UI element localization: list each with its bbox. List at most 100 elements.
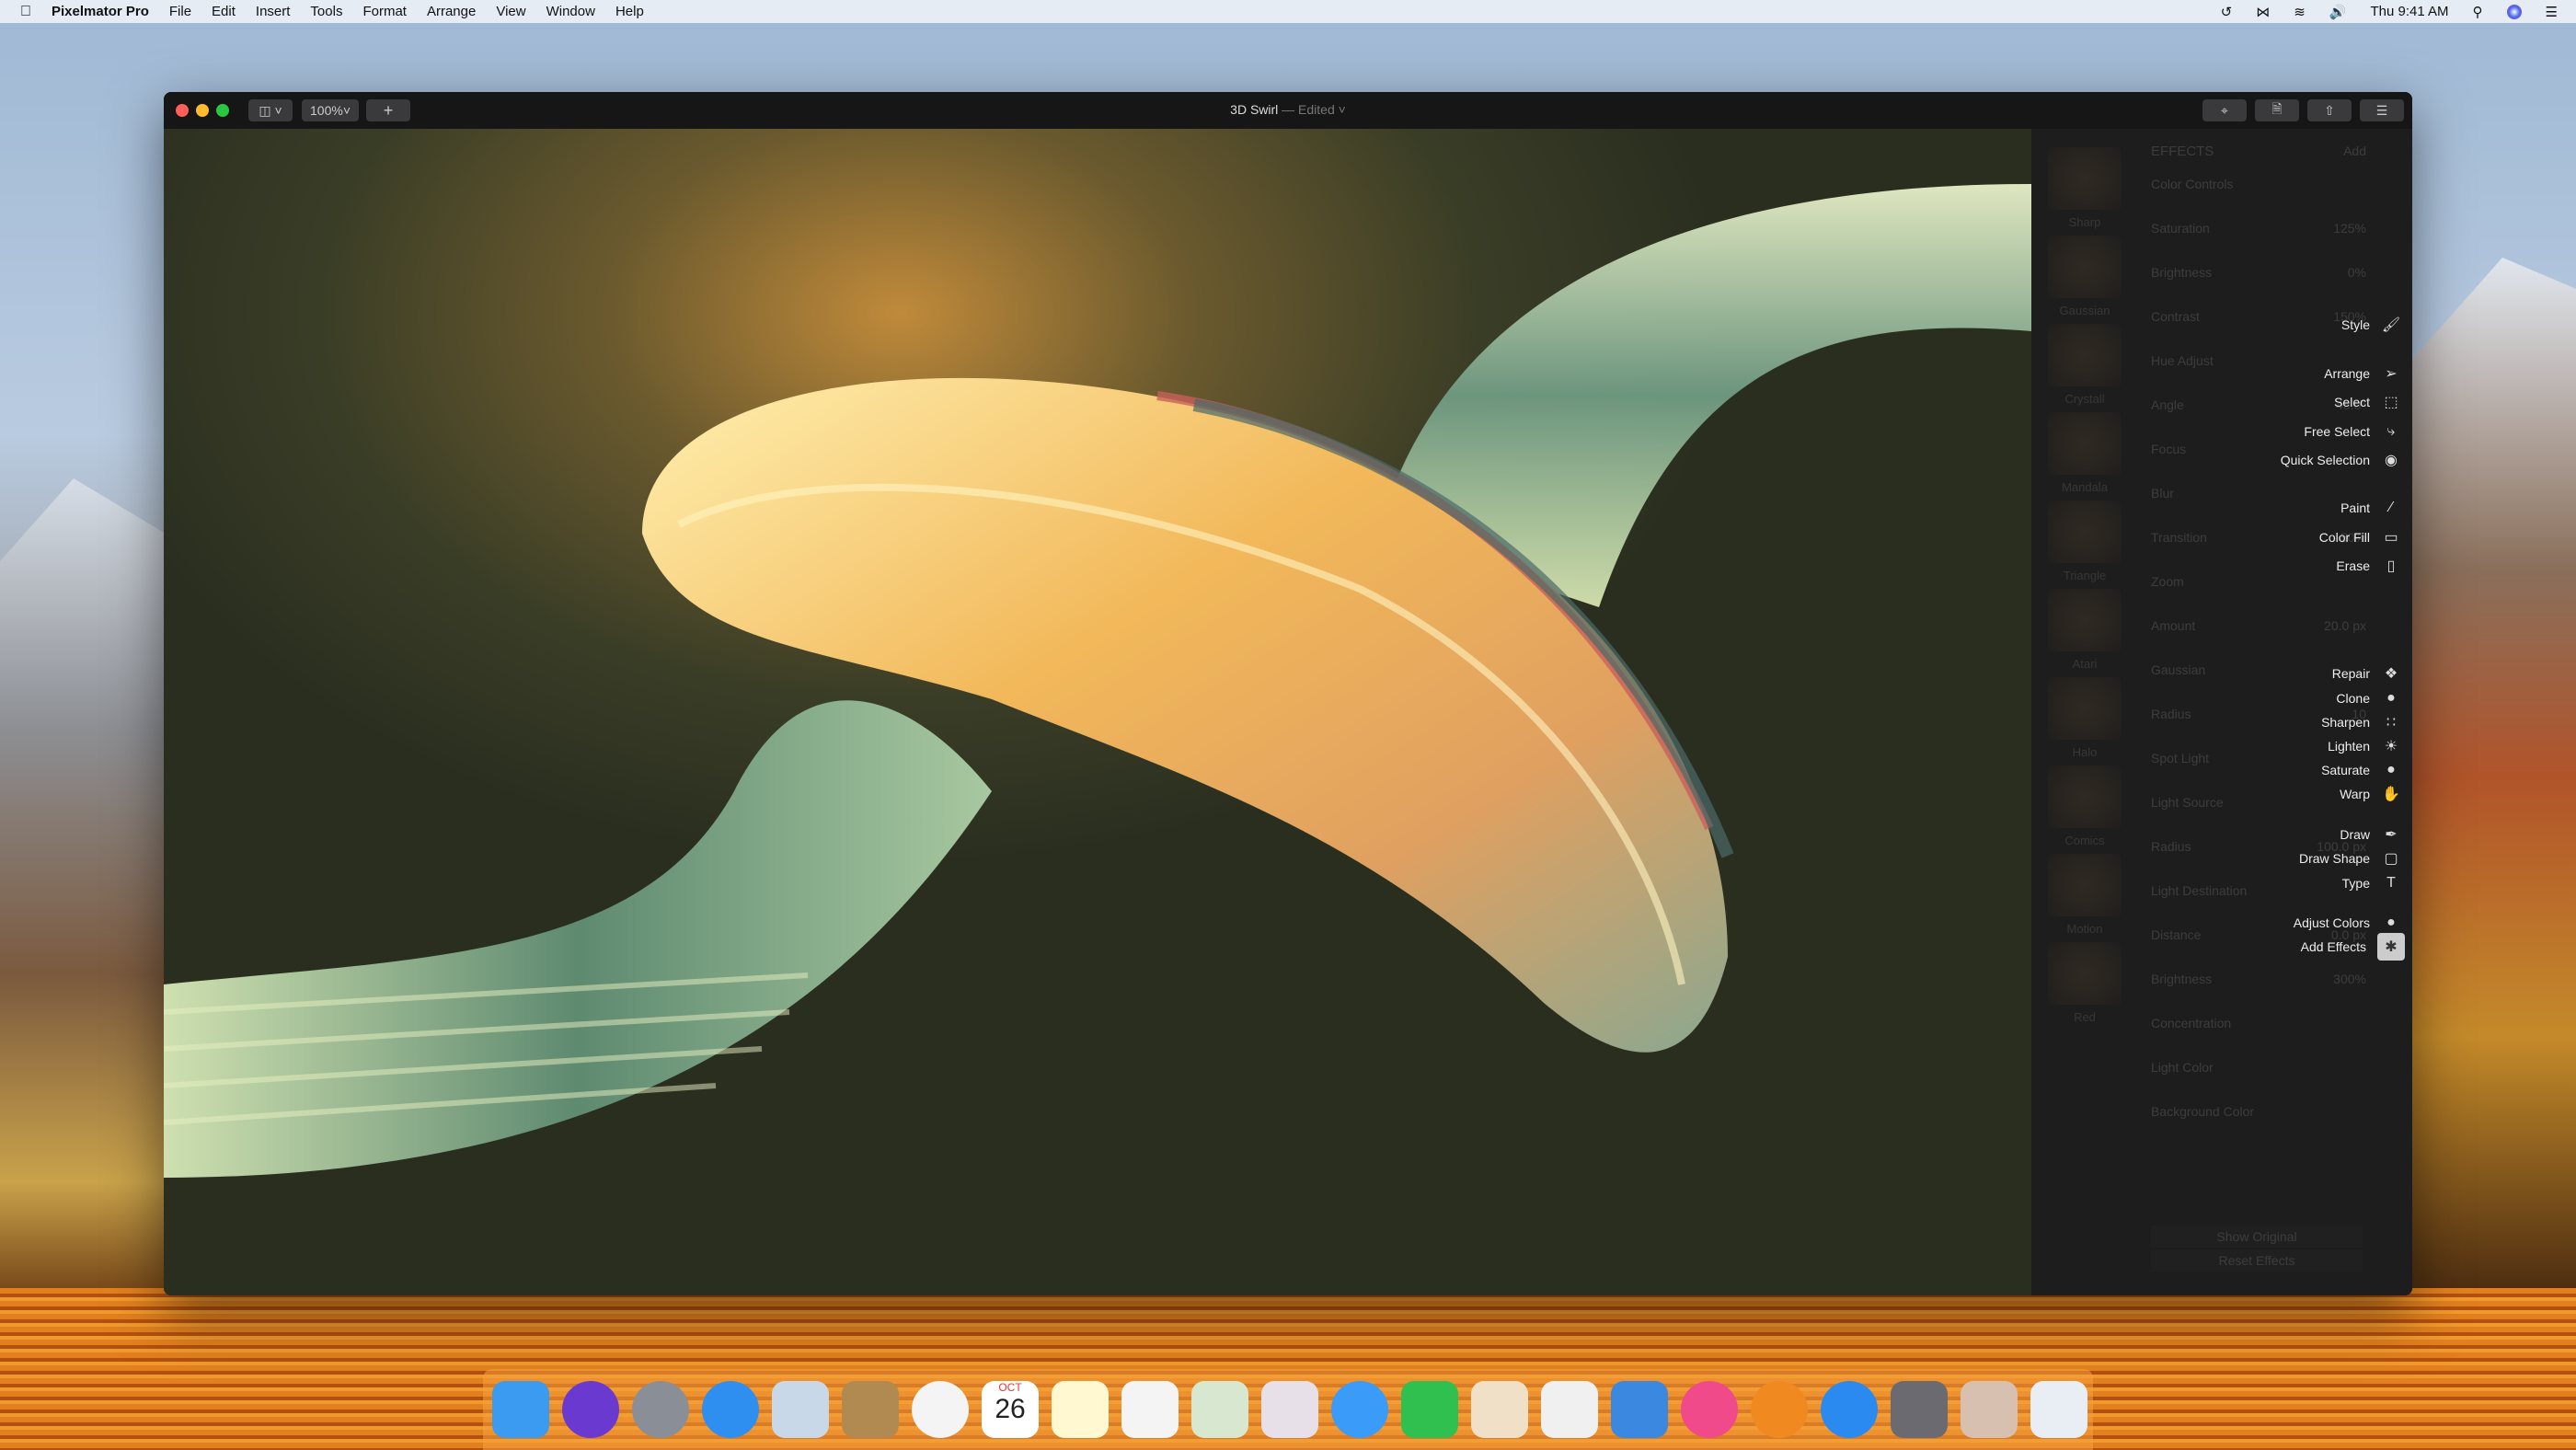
effects-icon: ✱	[2377, 933, 2405, 961]
dock-messages-icon[interactable]	[1331, 1381, 1388, 1438]
tool-label: Draw Shape	[2298, 851, 2370, 866]
tool-warp[interactable]: Warp ✋	[2044, 782, 2412, 806]
calendar-month: OCT	[998, 1381, 1022, 1394]
tool-color-fill[interactable]: Color Fill ▭	[2044, 525, 2412, 549]
dock-facetime-icon[interactable]	[1401, 1381, 1458, 1438]
effect-row-value: 300%	[2333, 972, 2366, 986]
tool-repair[interactable]: Repair ❖	[2044, 662, 2412, 685]
shape-icon: ▢	[2384, 851, 2398, 867]
dock-finder-icon[interactable]	[492, 1381, 549, 1438]
type-icon: T	[2386, 875, 2396, 891]
effect-thumbnail[interactable]	[2048, 147, 2122, 210]
notification-center-icon[interactable]: ☰	[2546, 4, 2558, 20]
dock-notes-icon[interactable]	[1052, 1381, 1109, 1438]
tool-saturate[interactable]: Saturate ●	[2044, 758, 2412, 782]
swirl-artwork	[164, 184, 2031, 1178]
dock-photo-booth-icon[interactable]	[1261, 1381, 1318, 1438]
arrow-pointer-icon: ➢	[2385, 366, 2398, 382]
effect-row-value: 0%	[2347, 265, 2366, 280]
tool-label: Clone	[2336, 691, 2370, 706]
adjustments-button[interactable]: ☰	[2360, 99, 2404, 121]
dock-itunes-icon[interactable]	[1681, 1381, 1738, 1438]
dock-numbers-icon[interactable]	[1541, 1381, 1598, 1438]
calendar-day: 26	[995, 1394, 1026, 1424]
tool-adjust-colors[interactable]: Adjust Colors ●	[2044, 911, 2412, 935]
tool-paint[interactable]: Paint ∕	[2044, 496, 2412, 520]
dock-photos-folder-icon[interactable]	[1961, 1381, 2018, 1438]
share-button[interactable]: ⇧	[2307, 99, 2352, 121]
menu-insert[interactable]: Insert	[256, 4, 291, 19]
tool-add-effects[interactable]: Add Effects ✱	[2044, 933, 2412, 961]
document-button[interactable]: 🗎	[2255, 99, 2299, 121]
menu-tools[interactable]: Tools	[310, 4, 342, 19]
effect-row-value: 20.0 px	[2324, 618, 2366, 633]
tool-erase[interactable]: Erase ▯	[2044, 554, 2412, 578]
tool-sharpen[interactable]: Sharpen ∷	[2044, 710, 2412, 734]
menu-view[interactable]: View	[496, 4, 525, 19]
edited-status: — Edited	[1282, 102, 1335, 117]
tool-draw-shape[interactable]: Draw Shape ▢	[2044, 846, 2412, 870]
dock-trash-icon[interactable]	[2030, 1381, 2087, 1438]
menu-help[interactable]: Help	[615, 4, 644, 19]
dock: OCT 26	[483, 1369, 2093, 1450]
apple-menu-icon[interactable]: 	[20, 4, 31, 20]
menu-edit[interactable]: Edit	[212, 4, 236, 19]
tool-label: Saturate	[2321, 763, 2370, 777]
volume-icon[interactable]: 🔊	[2329, 4, 2347, 20]
image-canvas[interactable]	[164, 129, 2031, 1295]
show-original-button[interactable]: Show Original	[2151, 1226, 2363, 1248]
dock-contacts-icon[interactable]	[842, 1381, 899, 1438]
search-icon[interactable]: ⚲	[2473, 4, 2483, 20]
dock-siri-icon[interactable]	[562, 1381, 619, 1438]
menu-format[interactable]: Format	[362, 4, 407, 19]
dock-ibooks-icon[interactable]	[1751, 1381, 1808, 1438]
crop-button[interactable]: ⌖	[2202, 99, 2247, 121]
effects-header: EFFECTS	[2151, 144, 2214, 159]
menu-arrange[interactable]: Arrange	[427, 4, 476, 19]
tool-quick-selection[interactable]: Quick Selection ◉	[2044, 448, 2412, 472]
menu-app-name[interactable]: Pixelmator Pro	[52, 4, 149, 19]
tool-lighten[interactable]: Lighten ☀	[2044, 734, 2412, 758]
dock-launchpad-icon[interactable]	[632, 1381, 689, 1438]
app-window: ◫ ˅ 100% ˅ + 3D Swirl — Edited ˅ ⌖ 🗎 ⇧ ☰ …	[164, 92, 2412, 1295]
effect-thumbnail-label: Sharp	[2068, 215, 2101, 229]
tool-label: Paint	[2340, 501, 2370, 515]
dock-mail-icon[interactable]	[772, 1381, 829, 1438]
dock-photos-icon[interactable]	[912, 1381, 969, 1438]
reset-effects-button[interactable]: Reset Effects	[2151, 1249, 2363, 1272]
tool-clone[interactable]: Clone ●	[2044, 686, 2412, 710]
effects-add-button[interactable]: Add	[2343, 144, 2366, 158]
document-title[interactable]: 3D Swirl — Edited ˅	[164, 102, 2412, 117]
tool-style[interactable]: Style 🖌	[2044, 313, 2412, 337]
clock[interactable]: Thu 9:41 AM	[2370, 4, 2448, 19]
tool-select[interactable]: Select ⬚	[2044, 390, 2412, 414]
effect-thumbnail[interactable]	[2048, 589, 2122, 651]
time-machine-icon[interactable]: ↺	[2221, 4, 2233, 20]
menu-bar:  Pixelmator Pro File Edit Insert Tools …	[0, 0, 2576, 23]
dock-safari-icon[interactable]	[702, 1381, 759, 1438]
tool-draw[interactable]: Draw ✒	[2044, 823, 2412, 846]
dock-calendar[interactable]: OCT 26	[982, 1381, 1039, 1438]
sliders-icon: ☰	[2375, 102, 2388, 118]
bluetooth-icon[interactable]: ⋈	[2256, 4, 2270, 20]
effect-thumbnail-label: Red	[2074, 1010, 2096, 1024]
dock-maps-icon[interactable]	[1191, 1381, 1248, 1438]
dock-app-store-icon[interactable]	[1821, 1381, 1878, 1438]
menu-window[interactable]: Window	[546, 4, 595, 19]
tool-type[interactable]: Type T	[2044, 871, 2412, 895]
wifi-icon[interactable]: ≋	[2294, 4, 2306, 20]
dock-keynote-icon[interactable]	[1611, 1381, 1668, 1438]
dock-reminders-icon[interactable]	[1121, 1381, 1179, 1438]
effect-thumbnail[interactable]	[2048, 236, 2122, 298]
dock-system-preferences-icon[interactable]	[1891, 1381, 1948, 1438]
tool-free-select[interactable]: Free Select ⤷	[2044, 420, 2412, 443]
menu-file[interactable]: File	[169, 4, 191, 19]
title-bar: ◫ ˅ 100% ˅ + 3D Swirl — Edited ˅ ⌖ 🗎 ⇧ ☰	[164, 92, 2412, 129]
siri-icon[interactable]	[2506, 4, 2522, 19]
tool-label: Draw	[2340, 827, 2370, 842]
sun-icon: ☀	[2384, 739, 2398, 754]
tool-arrange[interactable]: Arrange ➢	[2044, 362, 2412, 386]
dock-pages-icon[interactable]	[1471, 1381, 1528, 1438]
tool-label: Select	[2334, 395, 2370, 409]
adjust-colors-icon: ●	[2386, 915, 2396, 930]
